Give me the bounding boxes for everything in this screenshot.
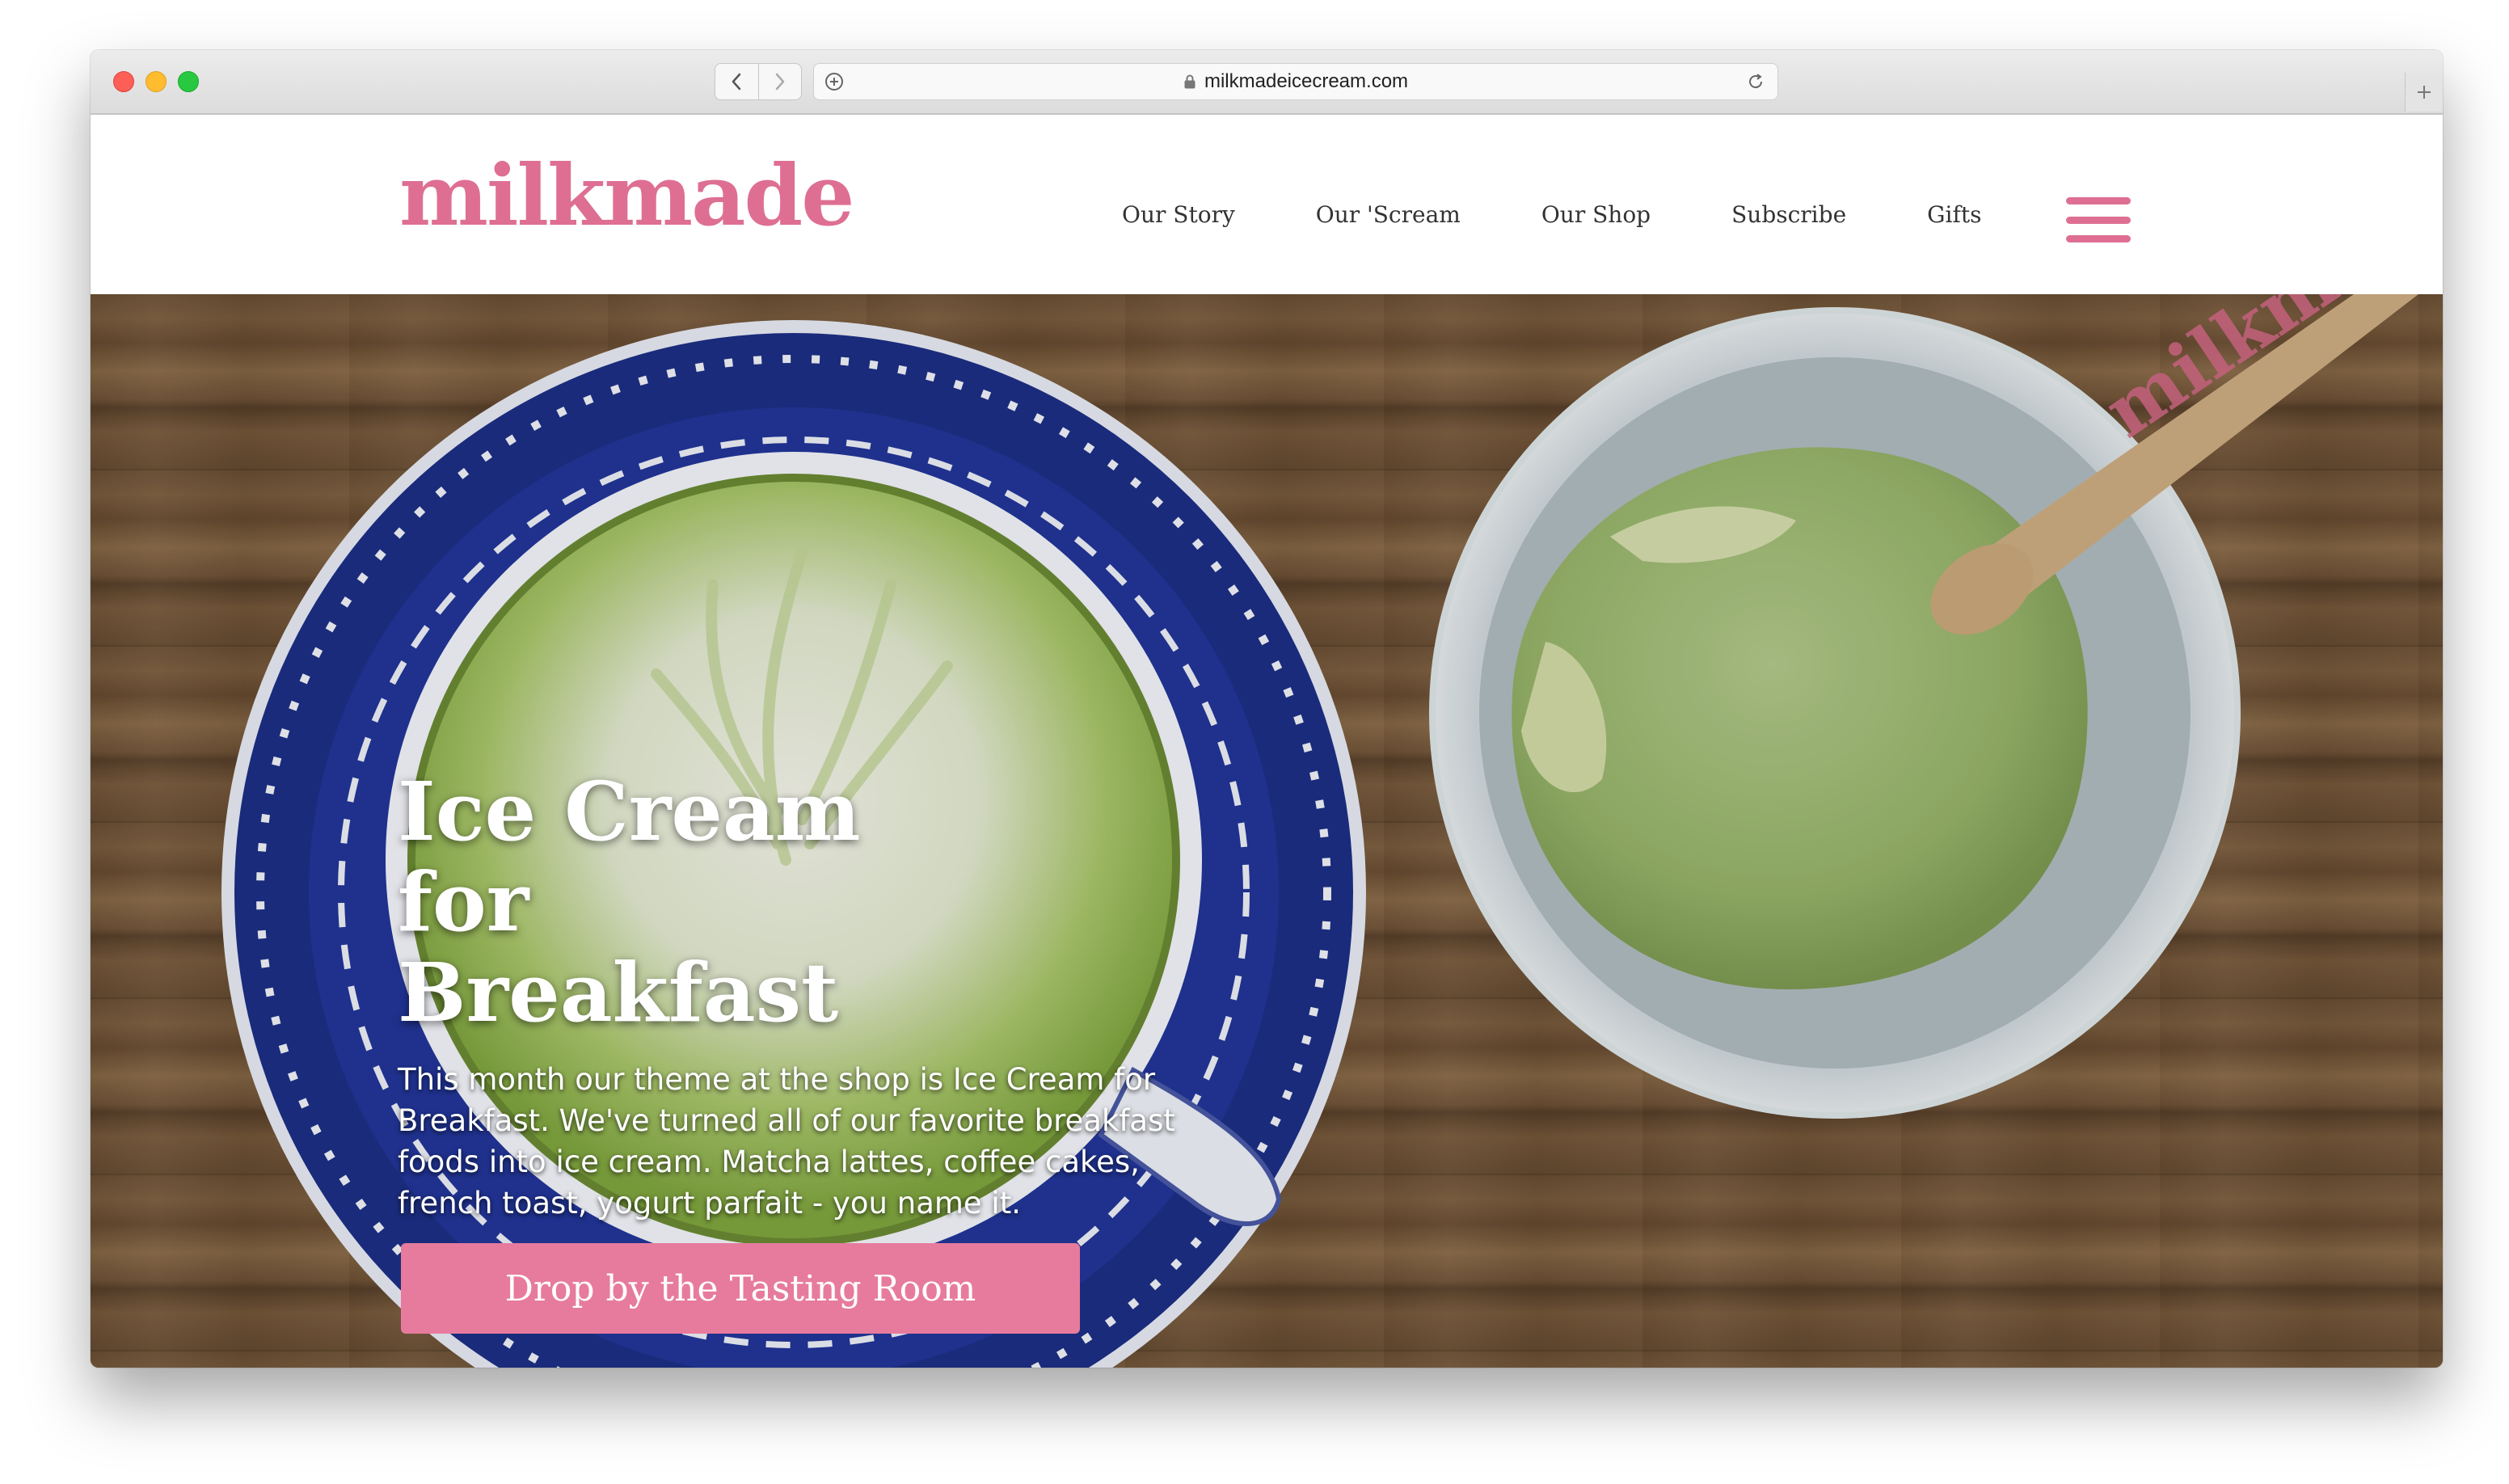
plus-icon	[2418, 86, 2431, 99]
tasting-room-button[interactable]: Drop by the Tasting Room	[401, 1243, 1080, 1334]
nav-our-scream[interactable]: Our 'Scream	[1316, 201, 1461, 228]
hero-description: This month our theme at the shop is Ice …	[398, 1062, 1175, 1221]
url-text: milkmadeicecream.com	[1204, 70, 1409, 92]
browser-window: milkmadeicecream.com milkmade Our Story …	[91, 50, 2443, 1368]
address-bar[interactable]: milkmadeicecream.com	[813, 63, 1778, 100]
history-buttons	[715, 63, 802, 100]
site-header: milkmade Our Story Our 'Scream Our Shop …	[91, 115, 2443, 295]
reload-icon[interactable]	[1745, 71, 1766, 92]
back-button[interactable]	[715, 64, 759, 99]
hero-banner: milkmade Ice Cream for Breakfast This mo…	[91, 294, 2443, 1368]
nav-subscribe[interactable]: Subscribe	[1731, 201, 1846, 228]
lock-icon	[1184, 74, 1195, 89]
new-tab-button[interactable]	[2405, 73, 2443, 112]
close-window-button[interactable]	[113, 71, 134, 92]
chevron-left-icon	[732, 73, 741, 91]
nav-our-shop[interactable]: Our Shop	[1541, 201, 1651, 228]
minimize-window-button[interactable]	[145, 71, 167, 92]
url-display[interactable]: milkmadeicecream.com	[814, 64, 1777, 99]
forward-button[interactable]	[759, 64, 802, 99]
milkmade-logo[interactable]: milkmade	[399, 154, 854, 238]
hamburger-menu-icon[interactable]	[2066, 197, 2131, 242]
browser-toolbar: milkmadeicecream.com	[91, 50, 2443, 115]
hero-title: Ice Cream for Breakfast	[398, 764, 861, 1040]
main-nav: Our Story Our 'Scream Our Shop Subscribe…	[1122, 115, 2062, 294]
zoom-window-button[interactable]	[178, 71, 199, 92]
chevron-right-icon	[775, 73, 784, 91]
nav-our-story[interactable]: Our Story	[1122, 201, 1235, 228]
hero-content: Ice Cream for Breakfast This month our t…	[398, 766, 1400, 1224]
nav-gifts[interactable]: Gifts	[1927, 201, 1981, 228]
